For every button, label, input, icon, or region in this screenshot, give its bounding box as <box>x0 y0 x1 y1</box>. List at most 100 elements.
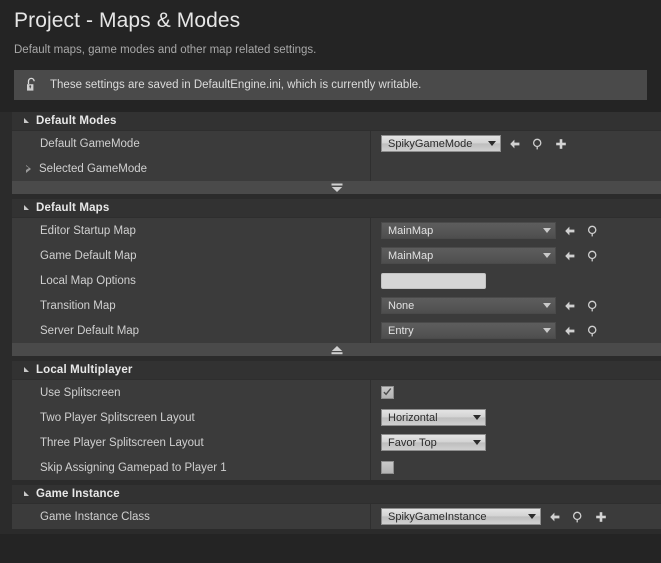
settings-row: Skip Assigning Gamepad to Player 1 <box>12 455 661 480</box>
row-label-text: Server Default Map <box>40 324 140 337</box>
row-value-cell <box>370 386 661 399</box>
browse-magnifier-icon[interactable] <box>571 510 585 524</box>
triangle-expanded-icon <box>24 117 29 123</box>
category-game-instance: Game Instance Game Instance Class SpikyGam… <box>12 485 661 529</box>
combo-value: Favor Top <box>388 436 437 449</box>
section-collapse-up-strip[interactable] <box>12 343 661 356</box>
row-label-text: Selected GameMode <box>39 162 148 175</box>
category-title: Game Instance <box>36 488 120 500</box>
category-title: Local Multiplayer <box>36 364 133 376</box>
row-label-text: Transition Map <box>40 299 116 312</box>
back-arrow-icon[interactable] <box>563 249 577 263</box>
category-default-modes: Default Modes Default GameMode SpikyGameMo… <box>12 112 661 194</box>
checkbox-skip-assigning-gamepad-to-player-1[interactable] <box>381 461 394 474</box>
category-header-default-maps[interactable]: Default Maps <box>12 199 661 218</box>
triangle-expanded-icon <box>24 366 29 372</box>
row-label-text: Skip Assigning Gamepad to Player 1 <box>40 461 227 474</box>
back-arrow-icon[interactable] <box>548 510 562 524</box>
row-label-cell: Game Default Map <box>12 250 370 262</box>
browse-magnifier-icon[interactable] <box>586 249 600 263</box>
plus-icon[interactable] <box>594 510 608 524</box>
row-value-cell: Horizontal <box>370 409 661 426</box>
back-arrow-icon[interactable] <box>563 324 577 338</box>
chevron-down-icon <box>543 303 551 308</box>
row-label-text: Two Player Splitscreen Layout <box>40 411 195 424</box>
expand-down-glyph <box>331 183 342 192</box>
settings-row: Two Player Splitscreen Layout Horizontal <box>12 405 661 430</box>
unlocked-padlock-icon <box>24 77 39 93</box>
category-header-local-multiplayer[interactable]: Local Multiplayer <box>12 361 661 380</box>
section-expand-down-strip[interactable] <box>12 181 661 194</box>
combo-value: SpikyGameMode <box>388 137 473 150</box>
row-label-text: Local Map Options <box>40 274 136 287</box>
category-rows: Editor Startup Map MainMap Game Default Ma… <box>12 218 661 343</box>
settings-row: Game Instance Class SpikyGameInstance <box>12 504 661 529</box>
row-value-cell: Favor Top <box>370 434 661 451</box>
chevron-down-icon <box>543 228 551 233</box>
row-label-text: Use Splitscreen <box>40 386 121 399</box>
category-title: Default Modes <box>36 115 117 127</box>
row-label-cell: Three Player Splitscreen Layout <box>12 437 370 449</box>
row-value-cell <box>370 272 661 289</box>
page-title: Project - Maps & Modes <box>14 9 241 32</box>
category-header-default-modes[interactable]: Default Modes <box>12 112 661 131</box>
row-label-text: Game Default Map <box>40 249 137 262</box>
settings-row: Editor Startup Map MainMap <box>12 218 661 243</box>
row-value-cell: Entry <box>370 322 661 339</box>
row-value-cell: MainMap <box>370 222 661 239</box>
row-label-cell: Transition Map <box>12 300 370 312</box>
row-action-buttons <box>548 510 608 524</box>
row-label-cell: Game Instance Class <box>12 511 370 523</box>
combo-default-gamemode[interactable]: SpikyGameMode <box>381 135 501 152</box>
page-header: Project - Maps & Modes Default maps, gam… <box>0 0 661 57</box>
category-local-multiplayer: Local Multiplayer Use Splitscreen Two Play… <box>12 361 661 480</box>
back-arrow-icon[interactable] <box>563 224 577 238</box>
row-label-cell: Two Player Splitscreen Layout <box>12 412 370 424</box>
browse-magnifier-icon[interactable] <box>586 299 600 313</box>
row-action-buttons <box>563 299 600 313</box>
category-header-game-instance[interactable]: Game Instance <box>12 485 661 504</box>
row-label-cell: Server Default Map <box>12 325 370 337</box>
settings-writable-notice: These settings are saved in DefaultEngin… <box>14 70 647 100</box>
triangle-expanded-icon <box>24 204 29 210</box>
combo-game-instance-class[interactable]: SpikyGameInstance <box>381 508 541 525</box>
combo-game-default-map[interactable]: MainMap <box>381 247 556 264</box>
back-arrow-icon[interactable] <box>508 137 522 151</box>
local-map-options-input[interactable] <box>381 272 486 289</box>
row-action-buttons <box>563 224 600 238</box>
row-label-cell: Local Map Options <box>12 275 370 287</box>
row-label-cell: Use Splitscreen <box>12 387 370 399</box>
browse-magnifier-icon[interactable] <box>586 324 600 338</box>
combo-value: None <box>388 299 415 312</box>
chevron-down-icon <box>488 141 496 146</box>
combo-value: SpikyGameInstance <box>388 510 487 523</box>
row-value-cell: None <box>370 297 661 314</box>
row-label-cell[interactable]: Selected GameMode <box>12 163 370 175</box>
combo-value: Horizontal <box>388 411 438 424</box>
plus-icon[interactable] <box>554 137 568 151</box>
triangle-expanded-icon <box>24 490 29 496</box>
check-icon <box>383 388 392 396</box>
category-default-maps: Default Maps Editor Startup Map MainMap Gam… <box>12 199 661 356</box>
combo-two-player-splitscreen-layout[interactable]: Horizontal <box>381 409 486 426</box>
browse-magnifier-icon[interactable] <box>531 137 545 151</box>
chevron-right-icon[interactable] <box>26 164 31 173</box>
combo-server-default-map[interactable]: Entry <box>381 322 556 339</box>
row-label-text: Default GameMode <box>40 137 140 150</box>
settings-row: Game Default Map MainMap <box>12 243 661 268</box>
chevron-down-icon <box>543 328 551 333</box>
combo-editor-startup-map[interactable]: MainMap <box>381 222 556 239</box>
notice-text: These settings are saved in DefaultEngin… <box>50 79 422 91</box>
combo-value: MainMap <box>388 224 434 237</box>
row-label-cell: Default GameMode <box>12 138 370 150</box>
row-label-text: Three Player Splitscreen Layout <box>40 436 204 449</box>
back-arrow-icon[interactable] <box>563 299 577 313</box>
browse-magnifier-icon[interactable] <box>586 224 600 238</box>
row-value-cell: SpikyGameMode <box>370 135 661 152</box>
checkbox-use-splitscreen[interactable] <box>381 386 394 399</box>
row-value-cell <box>370 461 661 474</box>
combo-transition-map[interactable]: None <box>381 297 556 314</box>
chevron-down-icon <box>473 415 481 420</box>
row-label-cell: Skip Assigning Gamepad to Player 1 <box>12 462 370 474</box>
combo-three-player-splitscreen-layout[interactable]: Favor Top <box>381 434 486 451</box>
